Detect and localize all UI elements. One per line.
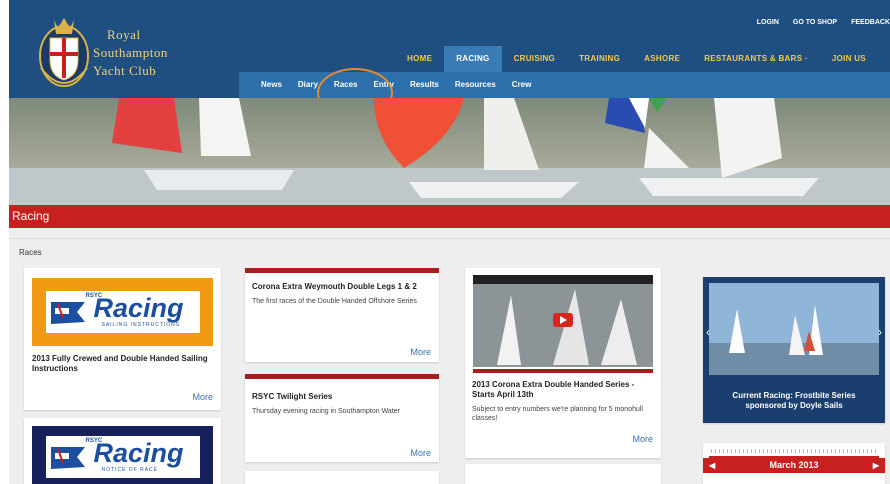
card-description: Thursday evening racing in Southampton W… [252,408,400,415]
more-link[interactable]: More [410,347,431,357]
login-link[interactable]: LOGIN [757,19,779,26]
calendar-next-icon[interactable]: ▶ [873,458,879,473]
racing-logo-subtitle: NOTICE OF RACE [101,467,159,473]
subnav-resources[interactable]: Resources [447,72,504,98]
club-name-line: Royal [107,27,141,42]
racing-logo-orange: RSYC Racing SAILING INSTRUCTIONS [32,278,213,346]
racing-logo-navy: RSYC Racing NOTICE OF RACE [32,426,213,484]
video-card[interactable]: 2013 Corona Extra Double Handed Series -… [465,268,661,458]
site-header: Royal Southampton Yacht Club LOGIN GO TO… [9,0,890,98]
nav-join-us[interactable]: JOIN US [820,46,878,72]
racing-logo-subtitle: SAILING INSTRUCTIONS [101,322,181,328]
calendar-month: March 2013 [769,460,819,470]
card-description: Subject to entry numbers we're planning … [472,406,643,422]
banner-image [9,98,890,205]
utility-nav: LOGIN GO TO SHOP FEEDBACK [757,19,890,26]
more-link[interactable]: More [410,448,431,458]
rsyc-flag-icon [50,302,85,324]
twilight-series-card[interactable]: RSYC Twilight Series Thursday evening ra… [245,374,439,462]
calendar-header: ◀ March 2013 ▶ [703,458,885,473]
card-title[interactable]: 2013 Corona Extra Double Handed Series -… [472,380,656,400]
slider-caption[interactable]: Current Racing: Frostbite Series sponsor… [703,391,885,411]
card-accent-bar [245,374,439,379]
racing-logo-word: Racing [93,293,184,323]
card-title[interactable]: 2013 Fully Crewed and Double Handed Sail… [32,354,212,374]
go-to-shop-link[interactable]: GO TO SHOP [793,19,837,26]
feedback-link[interactable]: FEEDBACK [851,19,890,26]
breadcrumb: Races [19,248,42,257]
card-title[interactable]: RSYC Twilight Series [252,392,428,402]
club-name-line: Yacht Club [93,63,157,78]
subnav-crew[interactable]: Crew [504,72,540,98]
rsyc-flag-icon [50,447,85,469]
racing-logo-word: Racing [93,438,184,468]
club-crest-logo[interactable] [37,8,91,94]
more-link[interactable]: More [192,392,213,402]
card-title[interactable]: Corona Extra Weymouth Double Legs 1 & 2 [252,282,422,292]
subnav-results[interactable]: Results [402,72,447,98]
club-name-line: Southampton [93,45,168,60]
notice-of-race-card[interactable]: RSYC Racing NOTICE OF RACE [24,418,221,484]
page-title: Racing [12,209,50,223]
calendar-widget: ◀ March 2013 ▶ [703,443,885,484]
next-card-partial [465,464,661,484]
slider-next-arrow[interactable]: › [878,325,882,339]
next-card-partial [245,471,439,484]
divider [9,238,890,239]
sailing-instructions-card[interactable]: RSYC Racing SAILING INSTRUCTIONS 2013 Fu… [24,268,221,410]
card-accent-bar [473,369,653,373]
slider-image [709,283,879,375]
subnav-news[interactable]: News [253,72,290,98]
content-area: Races RSYC Racing SAILING INSTRUCTIONS 2… [9,228,890,484]
nav-cruising[interactable]: CRUISING [502,46,568,72]
page: Royal Southampton Yacht Club LOGIN GO TO… [9,0,890,484]
calendar-prev-icon[interactable]: ◀ [709,458,715,473]
nav-restaurants-bars[interactable]: RESTAURANTS & BARS · [692,46,820,72]
slider-prev-arrow[interactable]: ‹ [706,325,710,339]
nav-racing[interactable]: RACING [444,46,502,72]
card-description: The first races of the Double Handed Off… [252,298,417,305]
more-link[interactable]: More [632,434,653,444]
club-name[interactable]: Royal Southampton Yacht Club [93,26,168,80]
page-title-bar: Racing [9,205,890,228]
nav-training[interactable]: TRAINING [567,46,632,72]
current-racing-slider[interactable]: ‹ › Current Racing: Frostbite Series spo… [703,277,885,423]
main-nav: HOME RACING CRUISING TRAINING ASHORE RES… [395,46,878,72]
card-accent-bar [245,268,439,273]
video-player[interactable] [473,275,653,367]
weymouth-double-card[interactable]: Corona Extra Weymouth Double Legs 1 & 2 … [245,268,439,362]
nav-home[interactable]: HOME [395,46,444,72]
nav-ashore[interactable]: ASHORE [632,46,692,72]
